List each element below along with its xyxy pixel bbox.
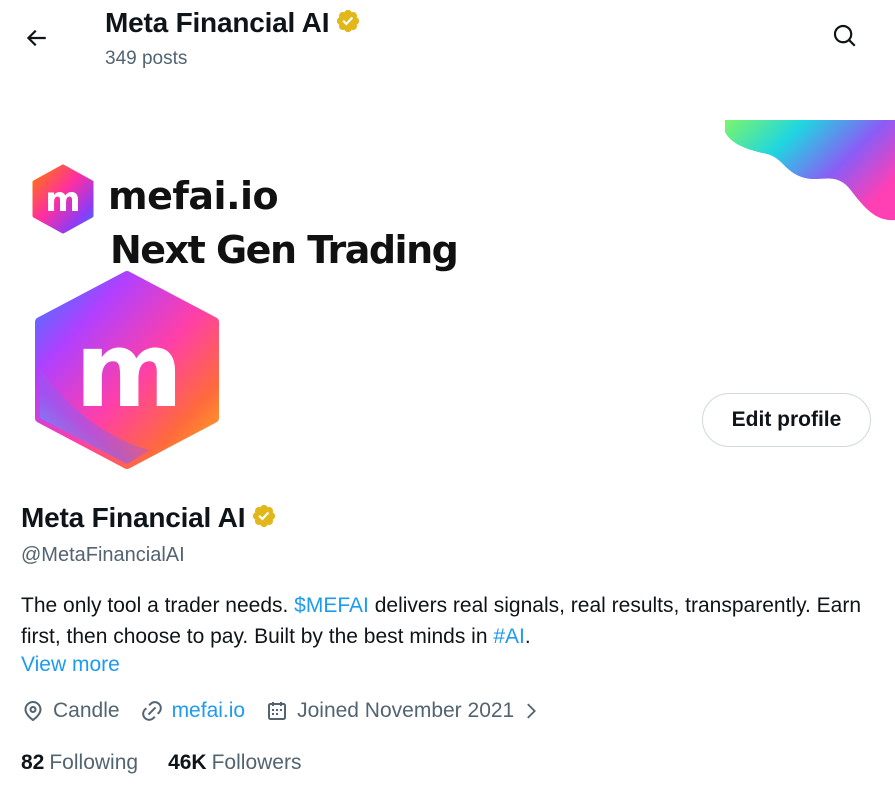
followers-count: 46K (168, 751, 207, 774)
search-button[interactable] (825, 16, 865, 56)
search-icon (833, 24, 856, 47)
back-button[interactable] (16, 18, 56, 58)
website-item[interactable]: mefai.io (140, 699, 246, 723)
followers-label: Followers (211, 751, 302, 774)
back-arrow-icon (26, 29, 46, 47)
header-title-group: Meta Financial AI (105, 6, 361, 39)
verified-badge-icon[interactable] (335, 8, 361, 39)
bio-text: . (524, 625, 531, 648)
following-link[interactable]: 82 Following (21, 751, 138, 775)
location-item: Candle (21, 699, 120, 723)
edit-profile-button[interactable]: Edit profile (702, 393, 871, 447)
profile-name-group: Meta Financial AI (21, 502, 277, 534)
calendar-icon (268, 702, 287, 720)
joined-item: Joined November 2021 (265, 699, 514, 723)
profile-handle: @MetaFinancialAI (21, 544, 185, 566)
following-count: 82 (21, 751, 45, 774)
chevron-right-icon[interactable] (520, 700, 542, 722)
banner-logo-icon: m (32, 164, 94, 234)
avatar[interactable]: m (30, 270, 225, 470)
profile-display-name: Meta Financial AI (21, 502, 246, 533)
followers-link[interactable]: 46K Followers (168, 751, 301, 775)
bio-text: The only tool a trader needs. (21, 594, 295, 617)
joined-text: Joined November 2021 (297, 699, 515, 722)
banner-brand-text: mefai.io (108, 174, 279, 218)
avatar-letter: m (75, 309, 183, 431)
banner-logo-letter: m (45, 180, 80, 220)
verified-badge-icon[interactable] (251, 503, 277, 534)
header-title: Meta Financial AI (105, 6, 330, 38)
website-link[interactable]: mefai.io (172, 699, 246, 723)
banner-tagline: Next Gen Trading (110, 228, 459, 272)
posts-count: 349 posts (105, 48, 188, 69)
following-label: Following (49, 751, 139, 774)
location-icon (24, 701, 42, 722)
follow-stats: 82 Following 46K Followers (21, 751, 331, 775)
profile-meta-row: Candle mefai.io Joined November 2021 (21, 699, 542, 723)
gradient-blob-graphic (725, 120, 895, 221)
view-more-link[interactable]: View more (21, 653, 120, 677)
top-bar: Meta Financial AI 349 posts (0, 0, 895, 78)
hashtag-link[interactable]: #AI (493, 625, 525, 648)
location-text: Candle (53, 699, 120, 722)
cashtag-link[interactable]: $MEFAI (294, 594, 369, 617)
profile-bio: The only tool a trader needs. $MEFAI del… (21, 590, 881, 652)
link-icon (141, 701, 162, 721)
